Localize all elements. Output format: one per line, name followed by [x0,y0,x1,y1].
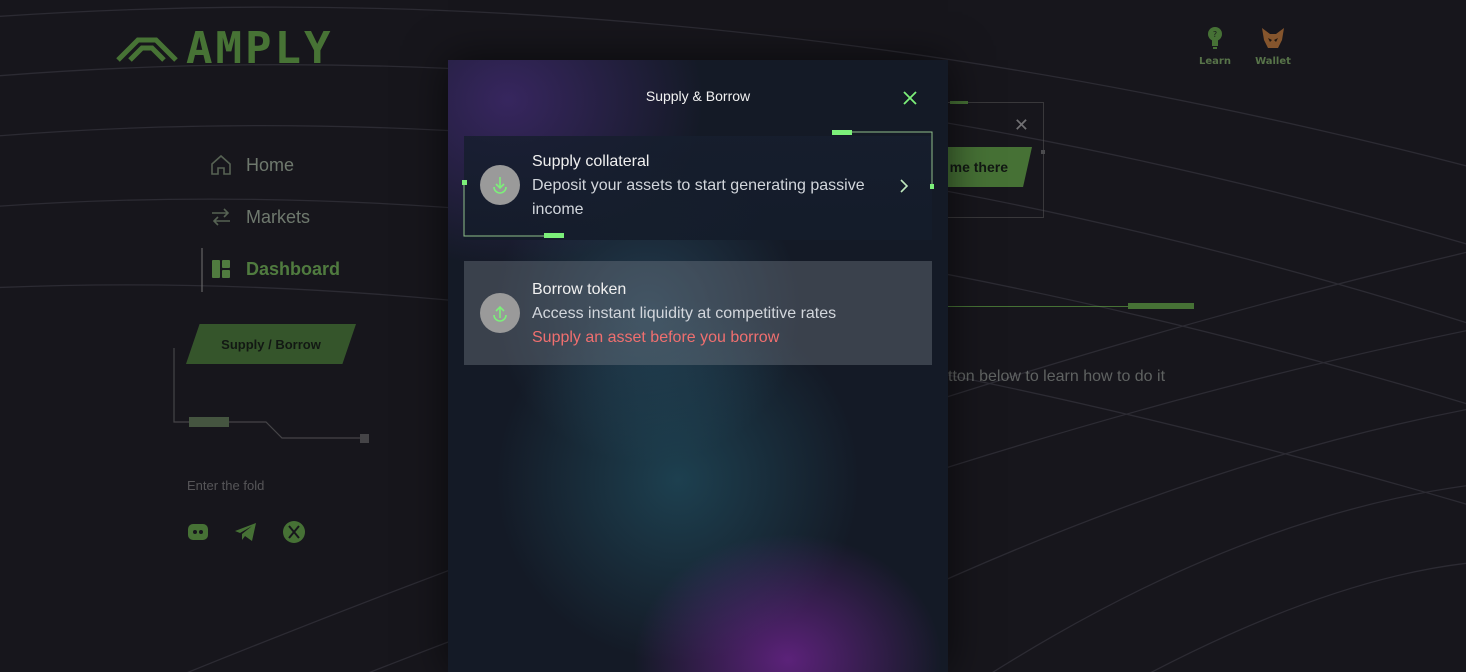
chevron-right-icon [896,176,912,196]
option-description: Access instant liquidity at competitive … [532,305,837,322]
dashboard-icon [208,256,234,282]
close-icon[interactable]: ✕ [1014,115,1029,136]
option-warning: Supply an asset before you borrow [532,329,780,346]
discord-icon[interactable] [186,520,210,544]
card-accent [950,101,968,104]
supply-borrow-modal: Supply & Borrow Supply collateral Deposi… [448,60,948,672]
close-icon[interactable] [900,88,920,108]
learn-label: Learn [1199,56,1231,67]
wallet-label: Wallet [1255,56,1291,67]
divider-accent [1128,303,1194,309]
borrow-token-option[interactable]: Borrow token Access instant liquidity at… [464,261,932,365]
sidebar-item-dashboard[interactable]: Dashboard [208,254,340,284]
download-icon [480,165,520,205]
arrows-icon [208,204,234,230]
logo-mark-icon [116,37,178,62]
supply-collateral-option[interactable]: Supply collateral Deposit your assets to… [464,136,932,240]
fox-wallet-icon [1262,28,1284,48]
modal-title: Supply & Borrow [645,88,751,104]
brand-name: AMPLY [186,22,334,74]
top-right-actions: ? Learn Wallet [1196,26,1292,67]
lightbulb-icon: ? [1208,27,1222,49]
home-icon [208,152,234,178]
svg-text:?: ? [1213,30,1217,39]
sidebar-item-label: Markets [246,206,311,227]
option-title: Supply collateral [532,153,650,170]
learn-button[interactable]: ? Learn [1196,26,1234,67]
sidebar-nav: Home Markets Dashboard [208,150,340,306]
sidebar-item-home[interactable]: Home [208,150,340,180]
nav-active-indicator [201,248,203,292]
x-icon[interactable] [282,520,306,544]
sidebar-item-label: Dashboard [246,258,341,279]
amply-logo[interactable]: AMPLY [116,23,333,74]
card-dot [1041,150,1045,154]
sidebar-item-markets[interactable]: Markets [208,202,340,232]
fold-label: Enter the fold [187,478,265,493]
hint-text: tton below to learn how to do it [948,368,1166,385]
sidebar-item-label: Home [246,154,295,175]
social-links [186,520,306,544]
option-title: Borrow token [532,281,627,298]
option-description: Deposit your assets to start generating … [532,177,865,218]
upload-icon [480,293,520,333]
telegram-icon[interactable] [234,520,258,544]
circuit-decoration [173,348,369,443]
wallet-button[interactable]: Wallet [1254,26,1292,67]
